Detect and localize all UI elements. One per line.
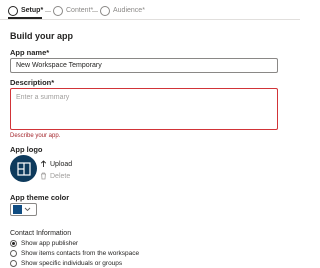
radio-button-icon bbox=[10, 250, 17, 257]
description-textarea[interactable]: Enter a summary bbox=[10, 88, 278, 130]
stepper: Setup* Content* Audience* bbox=[0, 0, 300, 19]
delete-label: Delete bbox=[50, 172, 71, 180]
step-label: Audience* bbox=[113, 7, 145, 14]
description-error: Describe your app. bbox=[10, 133, 61, 139]
radio-show-specific-individuals[interactable]: Show specific individuals or groups bbox=[10, 260, 122, 267]
upload-logo-button[interactable]: Upload bbox=[40, 160, 72, 168]
radio-label: Show items contacts from the workspace bbox=[21, 250, 140, 257]
app-logo-icon bbox=[16, 161, 31, 176]
theme-color-picker[interactable] bbox=[10, 203, 37, 216]
step-connector bbox=[92, 11, 98, 12]
radio-show-item-contacts[interactable]: Show items contacts from the workspace bbox=[10, 250, 139, 257]
step-setup[interactable]: Setup* bbox=[8, 5, 43, 17]
step-indicator-icon bbox=[8, 6, 18, 16]
description-label: Description* bbox=[10, 78, 55, 87]
app-name-label: App name* bbox=[10, 48, 50, 57]
radio-button-icon bbox=[10, 260, 17, 267]
radio-label: Show specific individuals or groups bbox=[21, 260, 123, 267]
step-content[interactable]: Content* bbox=[53, 5, 93, 17]
step-audience[interactable]: Audience* bbox=[100, 5, 145, 17]
header-divider bbox=[0, 19, 300, 20]
step-indicator-icon bbox=[100, 6, 110, 16]
step-connector bbox=[45, 11, 51, 12]
step-label: Setup* bbox=[21, 7, 44, 14]
app-name-input[interactable]: New Workspace Temporary bbox=[10, 58, 278, 73]
contact-info-title: Contact Information bbox=[10, 230, 72, 237]
app-logo-label: App logo bbox=[10, 145, 43, 154]
page-title: Build your app bbox=[10, 31, 73, 41]
radio-button-icon bbox=[10, 240, 17, 247]
delete-logo-button[interactable]: Delete bbox=[40, 172, 70, 180]
theme-color-label: App theme color bbox=[10, 193, 70, 202]
chevron-down-icon bbox=[24, 207, 31, 212]
step-label: Content* bbox=[66, 7, 94, 14]
delete-icon bbox=[41, 172, 46, 180]
upload-icon bbox=[40, 160, 47, 167]
step-indicator-icon bbox=[53, 6, 63, 16]
color-swatch bbox=[13, 205, 22, 214]
app-logo bbox=[10, 155, 37, 182]
upload-label: Upload bbox=[50, 160, 73, 168]
radio-label: Show app publisher bbox=[21, 240, 79, 247]
radio-show-app-publisher[interactable]: Show app publisher bbox=[10, 240, 78, 247]
